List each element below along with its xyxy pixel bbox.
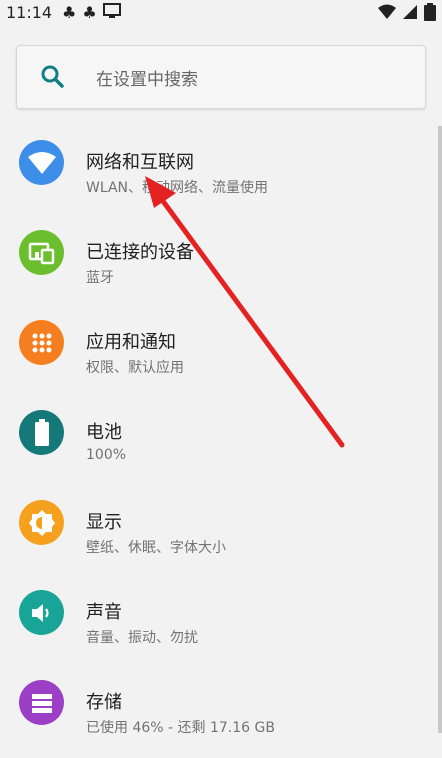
settings-item-sound[interactable]: 声音 音量、振动、勿扰 xyxy=(0,578,442,668)
apps-grid-icon xyxy=(19,320,64,365)
settings-item-subtitle: 已使用 46% - 还剩 17.16 GB xyxy=(86,720,275,736)
settings-item-battery[interactable]: 电池 100% xyxy=(0,398,442,488)
settings-item-title: 电池 xyxy=(86,422,122,443)
settings-item-subtitle: 音量、振动、勿扰 xyxy=(86,630,198,646)
settings-item-title: 已连接的设备 xyxy=(86,242,194,263)
club-icon: ♣ xyxy=(62,3,77,22)
settings-list: 网络和互联网 WLAN、移动网络、流量使用 已连接的设备 蓝牙 应用和通知 权限… xyxy=(0,128,442,758)
status-bar: 11:14 ♣ ♣ xyxy=(0,0,442,26)
cell-signal-icon xyxy=(402,4,418,24)
settings-item-subtitle: WLAN、移动网络、流量使用 xyxy=(86,180,269,196)
settings-item-subtitle: 蓝牙 xyxy=(86,270,114,286)
settings-item-connected-devices[interactable]: 已连接的设备 蓝牙 xyxy=(0,218,442,308)
settings-item-title: 存储 xyxy=(86,692,122,713)
volume-icon xyxy=(19,590,64,635)
devices-icon xyxy=(19,230,64,275)
wifi-signal-icon xyxy=(378,4,396,24)
brightness-icon xyxy=(19,500,64,545)
settings-item-network[interactable]: 网络和互联网 WLAN、移动网络、流量使用 xyxy=(0,128,442,218)
monitor-icon xyxy=(102,3,121,23)
club-icon: ♣ xyxy=(82,3,97,22)
search-placeholder: 在设置中搜索 xyxy=(96,70,198,90)
status-time: 11:14 xyxy=(6,3,53,22)
system-icons xyxy=(378,3,436,25)
settings-item-display[interactable]: 显示 壁纸、休眠、字体大小 xyxy=(0,488,442,578)
settings-item-subtitle: 权限、默认应用 xyxy=(86,360,184,376)
settings-item-title: 应用和通知 xyxy=(86,332,176,353)
settings-item-subtitle: 壁纸、休眠、字体大小 xyxy=(86,540,226,556)
notification-icons: ♣ ♣ xyxy=(62,3,121,23)
settings-item-storage[interactable]: 存储 已使用 46% - 还剩 17.16 GB xyxy=(0,668,442,758)
scrollbar[interactable] xyxy=(438,126,442,733)
storage-icon xyxy=(19,680,64,725)
settings-item-title: 声音 xyxy=(86,602,122,623)
settings-item-apps[interactable]: 应用和通知 权限、默认应用 xyxy=(0,308,442,398)
settings-search-bar[interactable]: 在设置中搜索 xyxy=(16,45,426,109)
battery-status-icon xyxy=(424,3,436,25)
settings-item-title: 网络和互联网 xyxy=(86,152,194,173)
battery-icon xyxy=(19,410,64,455)
search-icon xyxy=(39,63,67,95)
settings-item-title: 显示 xyxy=(86,512,122,533)
settings-item-subtitle: 100% xyxy=(86,447,127,463)
wifi-icon xyxy=(19,140,64,185)
